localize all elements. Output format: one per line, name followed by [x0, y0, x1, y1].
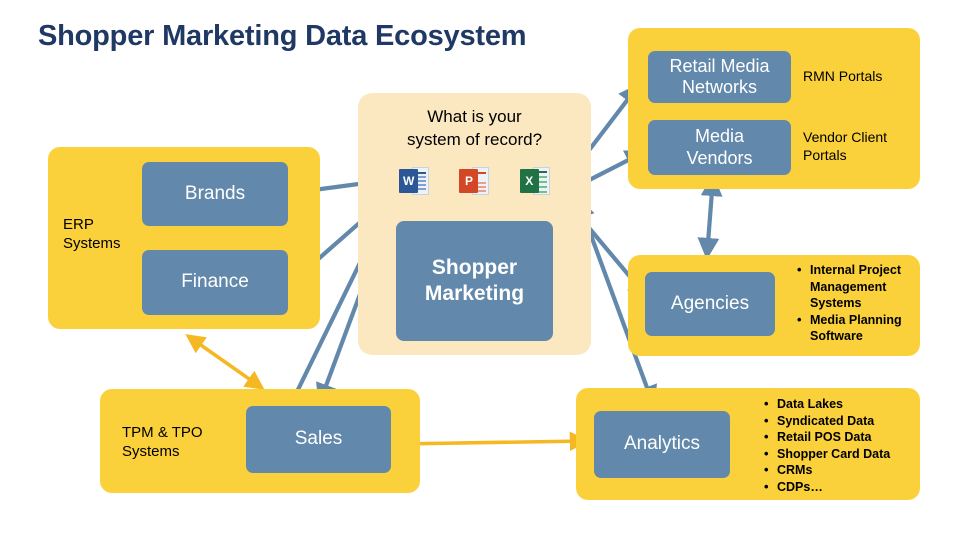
analytics-bullet-1: Data Lakes — [764, 395, 942, 413]
agencies-bullet-2-line2: Software — [810, 329, 863, 343]
office-icon-row: W P X — [358, 166, 591, 196]
tpm-tpo-label: TPM & TPO Systems — [122, 424, 203, 461]
node-sales[interactable]: Sales — [246, 406, 391, 473]
agencies-bullet-list: Internal Project Management Systems Media … — [795, 261, 932, 345]
arrow-media-vendors-to-agencies — [697, 174, 723, 260]
analytics-bullet-4: Shopper Card Data — [764, 445, 942, 463]
agencies-bullet-1-line2: Management — [810, 279, 887, 294]
powerpoint-tile: P — [459, 169, 479, 193]
agencies-bullet-1-line1: Internal Project — [810, 263, 901, 277]
rmn-portals-caption: RMN Portals — [803, 68, 883, 84]
agencies-bullet-2-line1: Media Planning — [810, 312, 902, 327]
excel-tile: X — [519, 169, 539, 193]
node-agencies[interactable]: Agencies — [645, 272, 775, 336]
agencies-bullet-2: Media Planning Software — [797, 311, 932, 345]
arrow-erp-to-tpm — [185, 334, 265, 390]
node-media-vendors[interactable]: Media Vendors — [648, 120, 791, 175]
excel-icon[interactable]: X — [519, 166, 550, 196]
analytics-bullet-3: Retail POS Data — [764, 428, 942, 446]
node-shopper-marketing[interactable]: Shopper Marketing — [396, 221, 553, 341]
analytics-bullet-5: CRMs — [764, 461, 942, 479]
node-analytics[interactable]: Analytics — [594, 411, 730, 478]
diagram-canvas: Shopper Marketing Data Ecosystem ERP Sys… — [0, 0, 960, 540]
node-finance[interactable]: Finance — [142, 250, 288, 315]
word-icon[interactable]: W — [399, 166, 430, 196]
system-of-record-question: What is your system of record? — [406, 107, 543, 149]
page-title: Shopper Marketing Data Ecosystem — [38, 20, 527, 52]
node-brands[interactable]: Brands — [142, 162, 288, 226]
agencies-bullet-1-line3: Systems — [810, 296, 862, 310]
analytics-bullet-list: Data Lakes Syndicated Data Retail POS Da… — [762, 395, 942, 496]
word-tile: W — [399, 169, 419, 193]
analytics-bullet-6: CDPs… — [764, 478, 942, 496]
analytics-bullet-2: Syndicated Data — [764, 412, 942, 430]
vendor-client-portals-caption: Vendor Client Portals — [803, 129, 888, 163]
powerpoint-icon[interactable]: P — [459, 166, 490, 196]
agencies-bullet-1: Internal Project Management Systems — [797, 261, 932, 312]
arrow-sales-to-analytics — [394, 431, 590, 454]
node-retail-media-networks[interactable]: Retail Media Networks — [648, 51, 791, 103]
